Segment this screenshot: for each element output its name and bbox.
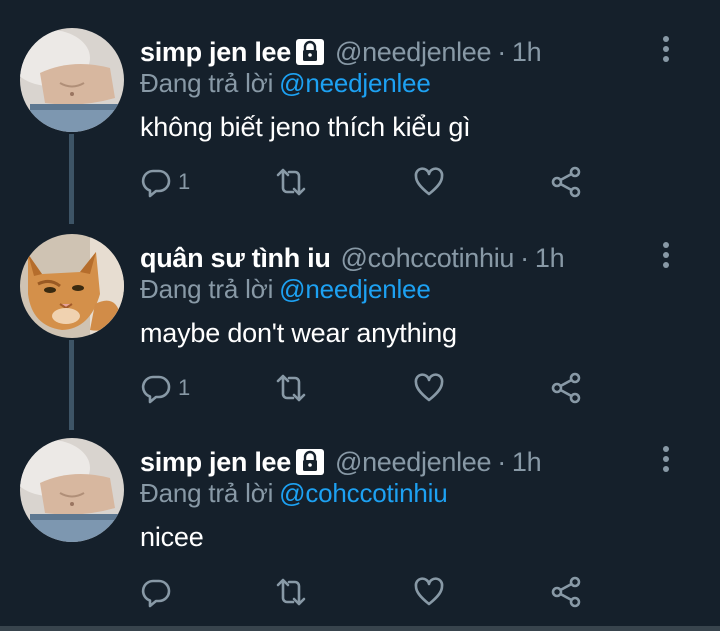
retweet-icon <box>276 168 306 196</box>
reply-icon <box>141 375 171 404</box>
tweet-text: maybe don't wear anything <box>140 318 457 348</box>
replying-label: Đang trả lời <box>140 478 274 508</box>
share-button[interactable] <box>550 370 582 406</box>
reply-button[interactable]: 1 <box>140 164 190 200</box>
username[interactable]: @needjenlee <box>335 37 492 68</box>
reply-button[interactable] <box>140 574 178 610</box>
more-vertical-icon[interactable] <box>658 444 674 474</box>
retweet-icon <box>276 578 306 606</box>
replying-to: Đang trả lời @cohccotinhiu <box>140 478 448 509</box>
reply-count: 1 <box>178 169 191 194</box>
heart-icon <box>414 373 444 402</box>
share-button[interactable] <box>550 574 582 610</box>
timestamp[interactable]: 1h <box>512 37 542 68</box>
tweet-text: nicee <box>140 522 204 552</box>
reply-icon <box>141 579 171 608</box>
tweet-text: không biết jeno thích kiểu gì <box>140 112 471 142</box>
action-bar: 1 <box>140 370 600 406</box>
reply-count: 1 <box>178 375 191 400</box>
separator: · <box>497 36 506 67</box>
display-name[interactable]: simp jen lee <box>140 37 291 68</box>
like-button[interactable] <box>413 574 445 610</box>
mention-link[interactable]: @needjenlee <box>279 68 431 98</box>
heart-icon <box>414 167 444 196</box>
more-vertical-icon[interactable] <box>658 34 674 64</box>
more-vertical-icon[interactable] <box>658 240 674 270</box>
retweet-icon <box>276 374 306 402</box>
tweet-header: simp jen lee @needjenlee · 1h <box>140 34 542 70</box>
username[interactable]: @needjenlee <box>335 447 492 478</box>
username[interactable]: @cohccotinhiu <box>341 243 515 274</box>
display-name[interactable]: quân sư tình iu <box>140 243 331 274</box>
action-bar: 1 <box>140 164 600 200</box>
separator: · <box>497 446 506 477</box>
timestamp[interactable]: 1h <box>535 243 565 274</box>
action-bar <box>140 574 600 610</box>
share-icon <box>551 372 581 404</box>
mention-link[interactable]: @cohccotinhiu <box>279 478 448 508</box>
lock-icon <box>295 37 325 67</box>
avatar[interactable] <box>20 28 124 132</box>
mention-link[interactable]: @needjenlee <box>279 274 431 304</box>
retweet-button[interactable] <box>275 370 307 406</box>
heart-icon <box>414 577 444 606</box>
like-button[interactable] <box>413 164 445 200</box>
tweet[interactable]: simp jen lee @needjenlee · 1h Đang trả l… <box>0 28 720 218</box>
tweet[interactable]: simp jen lee @needjenlee · 1h Đang trả l… <box>0 438 720 626</box>
separator: · <box>520 242 529 273</box>
share-button[interactable] <box>550 164 582 200</box>
reply-icon <box>141 169 171 198</box>
reply-button[interactable]: 1 <box>140 370 190 406</box>
lock-icon <box>295 447 325 477</box>
tweet[interactable]: quân sư tình iu @cohccotinhiu · 1h Đang … <box>0 234 720 424</box>
display-name[interactable]: simp jen lee <box>140 447 291 478</box>
share-icon <box>551 576 581 608</box>
share-icon <box>551 166 581 198</box>
retweet-button[interactable] <box>275 574 307 610</box>
avatar[interactable] <box>20 234 124 338</box>
replying-to: Đang trả lời @needjenlee <box>140 274 431 305</box>
tweet-header: simp jen lee @needjenlee · 1h <box>140 444 542 480</box>
like-button[interactable] <box>413 370 445 406</box>
retweet-button[interactable] <box>275 164 307 200</box>
replying-to: Đang trả lời @needjenlee <box>140 68 431 99</box>
timestamp[interactable]: 1h <box>512 447 542 478</box>
tweet-header: quân sư tình iu @cohccotinhiu · 1h <box>140 240 565 276</box>
replying-label: Đang trả lời <box>140 68 274 98</box>
bottom-divider <box>0 626 720 631</box>
avatar[interactable] <box>20 438 124 542</box>
replying-label: Đang trả lời <box>140 274 274 304</box>
